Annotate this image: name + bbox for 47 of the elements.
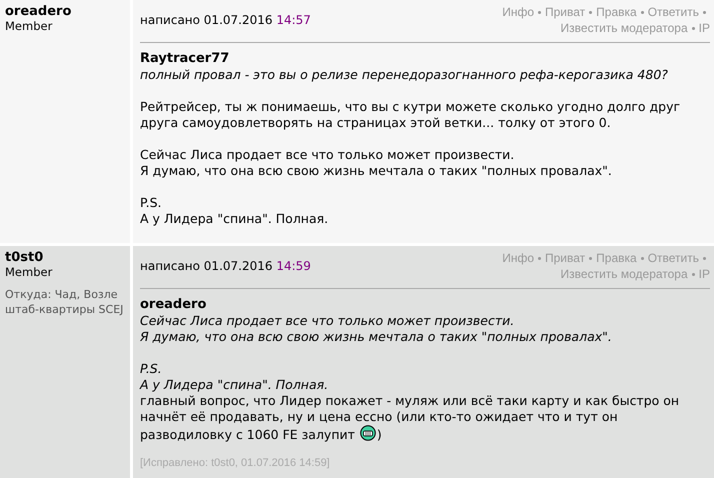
post-text-line: Я думаю, что она всю свою жизнь мечтала о таких "полных провалах". [140, 163, 613, 179]
post-text-line: Сейчас Лиса продает все что только может произвести. [140, 147, 516, 163]
post-text-line: ) [376, 427, 382, 442]
grinning-smiley-icon [360, 425, 376, 441]
bullet-icon [640, 11, 644, 14]
author-name[interactable]: oreadero [5, 4, 126, 19]
bullet-icon [589, 11, 592, 14]
post-text-line: А у Лидера "спина". Полная. [140, 211, 330, 227]
post-action-link[interactable]: Приват [545, 251, 586, 265]
bullet-icon [538, 11, 541, 14]
post-text-line: полный провал - это вы о релизе перенедоразогнанного рефа-керогазика 480? [140, 67, 669, 83]
post-action-link[interactable]: IP [698, 267, 710, 281]
post-action-link[interactable]: Правка [596, 5, 637, 19]
bullet-icon [538, 257, 541, 260]
bullet-icon [703, 257, 706, 260]
bullet-icon [640, 257, 644, 260]
post-text-line: P.S. [140, 361, 163, 377]
post-action-link[interactable]: Правка [596, 251, 637, 265]
post-action-link[interactable]: Инфо [502, 5, 534, 19]
post-action-link[interactable]: Приват [545, 5, 586, 19]
post-text-line: начнёт её продавать, ну и цена ессно (или кто-то ожидает что и тут он [140, 409, 619, 425]
post-text-line: разводиловку с 1060 FE залупит [140, 427, 355, 442]
post-action-link[interactable]: Ответить [648, 251, 699, 265]
post-date: написано 01.07.2016 14:57 [140, 13, 311, 27]
post-text-line: P.S. [140, 195, 162, 211]
post-action-link[interactable]: Известить модератора [560, 21, 688, 35]
author-location: Откуда: Чад, Возле штаб-квартиры SCEJ [5, 287, 124, 317]
post-action-link[interactable]: IP [698, 21, 710, 35]
post-action-link[interactable]: Инфо [502, 251, 534, 265]
bullet-icon [589, 257, 592, 260]
post-text-line: Я думаю, что она всю свою жизнь мечтала о таких "полных провалах". [140, 329, 613, 345]
post-action-link[interactable]: Ответить [648, 5, 699, 19]
post-text-line: друга самоудовлетворять на страницах этой ветки... толку от этого 0. [140, 115, 612, 131]
bullet-icon [692, 27, 695, 30]
post-date: написано 01.07.2016 14:59 [140, 259, 311, 273]
member-rank: Member [5, 265, 54, 279]
bullet-icon [703, 11, 706, 14]
post-text-line: Сейчас Лиса продает все что только может произвести. [140, 313, 516, 329]
member-rank: Member [5, 19, 54, 33]
quote-author: Raytracer77 [140, 51, 230, 67]
post-text-line: Рейтрейсер, ты ж понимаешь, что вы с кутри можете сколько угодно долго друг [140, 99, 682, 115]
post-text-line: главный вопрос, что Лидер покажет - муляж или всё таки карту и как быстро он [140, 393, 680, 409]
quote-author: oreadero [140, 297, 208, 313]
author-name[interactable]: t0st0 [5, 250, 126, 265]
post-text-line: А у Лидера "спина". Полная. [140, 377, 330, 393]
bullet-icon [692, 273, 695, 276]
post-action-link[interactable]: Известить модератора [560, 267, 688, 281]
